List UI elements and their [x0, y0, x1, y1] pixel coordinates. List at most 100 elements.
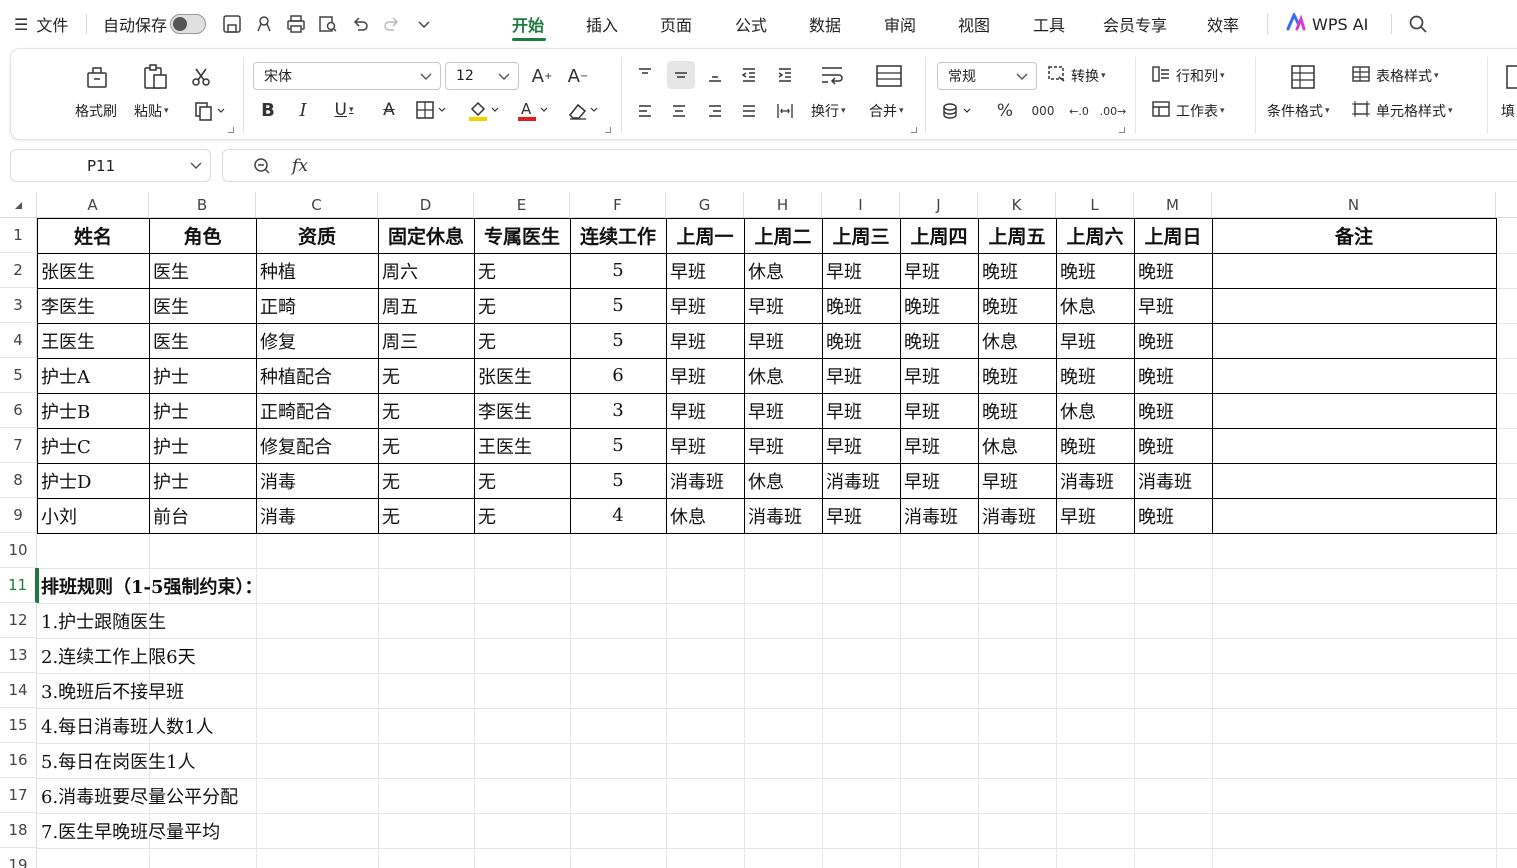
table-cell[interactable]: 护士 — [149, 463, 256, 498]
border-icon[interactable] — [414, 97, 450, 123]
table-cell[interactable]: 早班 — [900, 428, 978, 463]
worksheet-button[interactable]: 工作表 ▾ — [1151, 100, 1225, 122]
font-name-select[interactable]: 宋体 — [253, 62, 441, 90]
row-header-17[interactable]: 17 — [0, 778, 37, 813]
table-cell[interactable]: 晚班 — [1134, 323, 1212, 358]
table-cell[interactable]: 医生 — [149, 323, 256, 358]
table-cell[interactable]: 无 — [378, 393, 474, 428]
column-header-f[interactable]: F — [570, 192, 666, 218]
merge-cells-button[interactable]: 合并 ▾ — [869, 101, 904, 121]
tab-insert[interactable]: 插入 — [586, 0, 618, 48]
increase-indent-icon[interactable] — [773, 63, 797, 87]
table-cell[interactable]: 晚班 — [1134, 393, 1212, 428]
table-cell[interactable]: 晚班 — [900, 323, 978, 358]
table-cell[interactable]: 早班 — [666, 253, 744, 288]
table-cell[interactable]: 晚班 — [822, 288, 900, 323]
table-cell[interactable]: 晚班 — [1134, 498, 1212, 533]
row-header-1[interactable]: 1 — [0, 218, 37, 253]
table-cell[interactable]: 修复 — [256, 323, 378, 358]
column-header-e[interactable]: E — [474, 192, 570, 218]
column-header-n[interactable]: N — [1212, 192, 1496, 218]
table-cell[interactable]: 早班 — [666, 393, 744, 428]
justify-icon[interactable] — [737, 99, 761, 123]
column-header-b[interactable]: B — [149, 192, 256, 218]
row-header-15[interactable]: 15 — [0, 708, 37, 743]
cell-style-button[interactable]: 单元格样式 ▾ — [1351, 100, 1453, 122]
column-header-m[interactable]: M — [1134, 192, 1212, 218]
row-header-19[interactable]: 19 — [0, 848, 37, 868]
rule-item[interactable]: 7.医生早晚班尽量平均 — [37, 813, 437, 848]
rule-item[interactable]: 1.护士跟随医生 — [37, 603, 437, 638]
decrease-indent-icon[interactable] — [737, 63, 761, 87]
table-cell[interactable]: 晚班 — [978, 253, 1056, 288]
table-cell[interactable]: 早班 — [900, 393, 978, 428]
table-cell[interactable]: 消毒班 — [744, 498, 822, 533]
table-cell[interactable]: 早班 — [822, 253, 900, 288]
table-cell[interactable]: 早班 — [666, 288, 744, 323]
table-cell[interactable]: 早班 — [1056, 323, 1134, 358]
row-header-3[interactable]: 3 — [0, 288, 37, 323]
tab-page[interactable]: 页面 — [660, 0, 692, 48]
table-cell[interactable]: 早班 — [900, 358, 978, 393]
table-cell[interactable]: 早班 — [666, 323, 744, 358]
table-cell[interactable]: 休息 — [744, 463, 822, 498]
table-cell[interactable]: 周六 — [378, 253, 474, 288]
table-cell[interactable]: 护士A — [37, 358, 149, 393]
row-header-8[interactable]: 8 — [0, 463, 37, 498]
table-header-cell[interactable]: 上周一 — [666, 218, 744, 253]
table-cell[interactable]: 休息 — [978, 323, 1056, 358]
table-cell[interactable]: 王医生 — [37, 323, 149, 358]
align-center-icon[interactable] — [667, 99, 691, 123]
table-cell[interactable]: 早班 — [822, 393, 900, 428]
align-middle-icon[interactable] — [667, 61, 695, 89]
font-color-icon[interactable]: A — [515, 97, 551, 125]
column-header-h[interactable]: H — [744, 192, 822, 218]
print-preview-icon[interactable] — [316, 12, 340, 36]
table-cell[interactable]: 早班 — [900, 253, 978, 288]
table-cell[interactable]: 李医生 — [37, 288, 149, 323]
underline-icon[interactable]: U ▾ — [327, 97, 361, 123]
row-col-button[interactable]: 行和列 ▾ — [1151, 65, 1225, 87]
table-cell[interactable]: 消毒班 — [900, 498, 978, 533]
row-header-12[interactable]: 12 — [0, 603, 37, 638]
font-expand-icon[interactable] — [605, 127, 611, 133]
table-style-button[interactable]: 表格样式 ▾ — [1351, 65, 1439, 87]
formula-input[interactable] — [327, 154, 1517, 178]
table-cell[interactable]: 晚班 — [1056, 358, 1134, 393]
table-cell[interactable]: 早班 — [744, 428, 822, 463]
search-icon[interactable] — [1406, 12, 1430, 36]
table-cell[interactable]: 早班 — [744, 288, 822, 323]
table-cell[interactable]: 休息 — [1056, 393, 1134, 428]
column-header-i[interactable]: I — [822, 192, 900, 218]
row-header-16[interactable]: 16 — [0, 743, 37, 778]
table-cell[interactable]: 3 — [570, 393, 666, 428]
autosave-toggle[interactable] — [170, 14, 206, 34]
number-expand-icon[interactable] — [1119, 127, 1125, 133]
cut-icon[interactable] — [189, 65, 213, 89]
table-cell[interactable]: 正畸 — [256, 288, 378, 323]
table-header-cell[interactable]: 上周四 — [900, 218, 978, 253]
table-cell[interactable]: 消毒班 — [1056, 463, 1134, 498]
redo-icon[interactable] — [380, 12, 404, 36]
table-cell[interactable] — [1212, 253, 1496, 288]
copy-icon[interactable] — [191, 99, 229, 123]
table-cell[interactable]: 张医生 — [474, 358, 570, 393]
table-cell[interactable]: 4 — [570, 498, 666, 533]
table-cell[interactable]: 早班 — [900, 463, 978, 498]
table-cell[interactable] — [1212, 498, 1496, 533]
table-header-cell[interactable]: 上周日 — [1134, 218, 1212, 253]
table-cell[interactable]: 早班 — [666, 358, 744, 393]
column-header-j[interactable]: J — [900, 192, 978, 218]
table-cell[interactable]: 医生 — [149, 288, 256, 323]
table-cell[interactable]: 无 — [474, 253, 570, 288]
fill-button[interactable]: 填 — [1501, 101, 1515, 121]
table-cell[interactable]: 晚班 — [822, 323, 900, 358]
table-cell[interactable]: 消毒 — [256, 463, 378, 498]
distribute-icon[interactable] — [773, 99, 797, 123]
table-cell[interactable]: 早班 — [744, 323, 822, 358]
column-header-c[interactable]: C — [256, 192, 378, 218]
table-cell[interactable]: 晚班 — [900, 288, 978, 323]
wrap-text-button[interactable]: 换行 ▾ — [811, 101, 846, 121]
table-header-cell[interactable]: 连续工作 — [570, 218, 666, 253]
alignment-expand-icon[interactable] — [911, 127, 917, 133]
